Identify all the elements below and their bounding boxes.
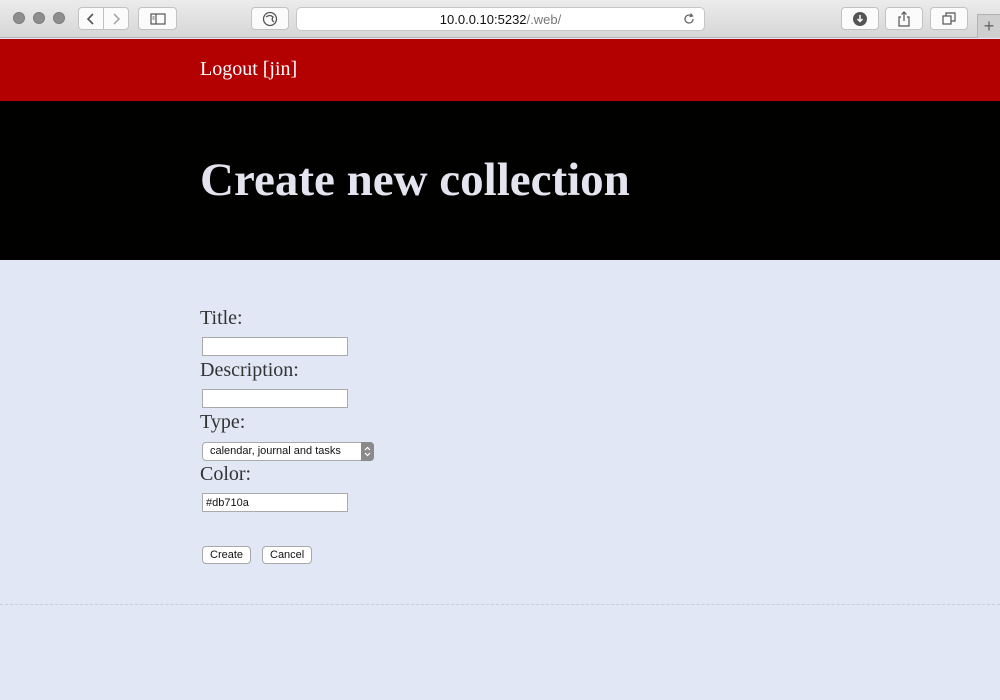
- cancel-button[interactable]: Cancel: [262, 546, 313, 564]
- address-bar[interactable]: 10.0.0.10:5232/.web/: [296, 7, 705, 31]
- page-title: Create new collection: [200, 154, 630, 206]
- description-input[interactable]: [202, 389, 348, 408]
- url-host: 10.0.0.10:5232: [439, 11, 527, 27]
- description-label: Description:: [200, 359, 299, 381]
- select-arrows-icon: [361, 442, 374, 461]
- tabs-icon: [942, 11, 956, 25]
- url-path: /.web/: [526, 11, 562, 27]
- chevron-right-icon: [113, 12, 121, 25]
- browser-toolbar: 10.0.0.10:5232/.web/ +: [0, 0, 1000, 38]
- chevron-left-icon: [86, 12, 94, 25]
- new-tab-button[interactable]: +: [977, 14, 1000, 38]
- color-input[interactable]: [202, 493, 348, 512]
- type-label: Type:: [200, 411, 246, 433]
- color-label: Color:: [200, 463, 252, 485]
- create-button[interactable]: Create: [202, 546, 252, 564]
- footer-divider: [0, 604, 1000, 605]
- type-selected-value: calendar, journal and tasks: [210, 445, 341, 457]
- forward-button[interactable]: [103, 7, 129, 30]
- privacy-report-button[interactable]: [251, 7, 289, 30]
- tab-overview-button[interactable]: [930, 7, 968, 30]
- top-navigation-bar: Logout [jin]: [0, 39, 1000, 101]
- reload-icon[interactable]: [682, 12, 696, 26]
- logout-link[interactable]: Logout [jin]: [200, 58, 297, 81]
- downloads-button[interactable]: [841, 7, 879, 30]
- page-header: Create new collection: [0, 101, 1000, 260]
- close-window-icon[interactable]: [13, 12, 25, 24]
- share-icon: [898, 10, 910, 27]
- back-button[interactable]: [78, 7, 104, 30]
- title-label: Title:: [200, 307, 243, 329]
- download-icon: [853, 11, 867, 26]
- share-button[interactable]: [885, 7, 923, 30]
- zoom-window-icon[interactable]: [53, 12, 65, 24]
- minimize-window-icon[interactable]: [33, 12, 45, 24]
- sidebar-button[interactable]: [138, 7, 177, 30]
- title-input[interactable]: [202, 337, 348, 356]
- globe-icon: [262, 11, 278, 26]
- sidebar-icon: [149, 12, 166, 25]
- type-select[interactable]: calendar, journal and tasks: [202, 442, 374, 461]
